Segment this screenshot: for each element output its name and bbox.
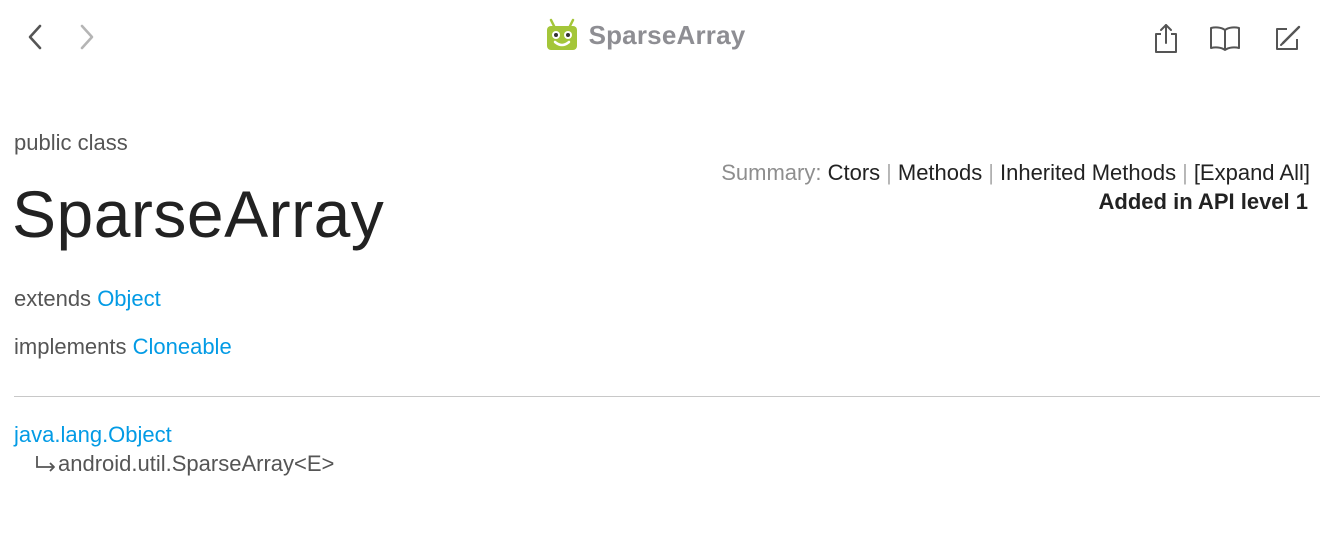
hierarchy-root: java.lang.Object (14, 422, 172, 448)
hierarchy-child-name: android.util.SparseArray<E> (58, 451, 335, 476)
toolbar: SparseArray (0, 0, 1320, 76)
api-level: Added in API level 1 (1098, 189, 1308, 214)
summary-link-methods[interactable]: Methods (898, 160, 982, 185)
back-button[interactable] (20, 22, 50, 52)
forward-button[interactable] (72, 22, 102, 52)
extends-label: extends (14, 286, 92, 311)
class-kind: public class (14, 130, 128, 155)
book-icon (1210, 26, 1240, 51)
hierarchy-child: android.util.SparseArray<E> (34, 451, 334, 477)
window-title-text: SparseArray (588, 19, 746, 50)
markup-icon (1276, 25, 1301, 50)
subclass-arrow-icon (36, 456, 55, 472)
page-title: SparseArray (12, 177, 385, 251)
extends-link-object[interactable]: Object (97, 286, 161, 311)
implements-link-cloneable[interactable]: Cloneable (133, 334, 232, 359)
summary-separator: | (886, 160, 892, 185)
implements-label: implements (14, 334, 127, 359)
summary-link-inherited-methods[interactable]: Inherited Methods (1000, 160, 1176, 185)
chevron-left-icon (28, 24, 42, 50)
summary-nav: Summary: Ctors | Methods | Inherited Methods… (721, 160, 1310, 186)
share-button[interactable] (1148, 20, 1184, 56)
share-icon (1155, 24, 1177, 53)
markup-button[interactable] (1270, 20, 1306, 56)
extends-row: extends Object (14, 286, 161, 312)
window-title: SparseArray (545, 18, 746, 52)
summary-separator: | (1182, 160, 1188, 185)
implements-row: implements Cloneable (14, 334, 232, 360)
summary-separator: | (988, 160, 994, 185)
android-logo-icon (546, 18, 577, 50)
bookmarks-button[interactable] (1207, 20, 1243, 56)
hierarchy-link-object[interactable]: java.lang.Object (14, 422, 172, 447)
chevron-right-icon (80, 24, 94, 50)
divider (14, 396, 1320, 397)
expand-all-link[interactable]: [Expand All] (1194, 160, 1310, 185)
summary-link-ctors[interactable]: Ctors (828, 160, 881, 185)
summary-label: Summary: (721, 160, 822, 185)
